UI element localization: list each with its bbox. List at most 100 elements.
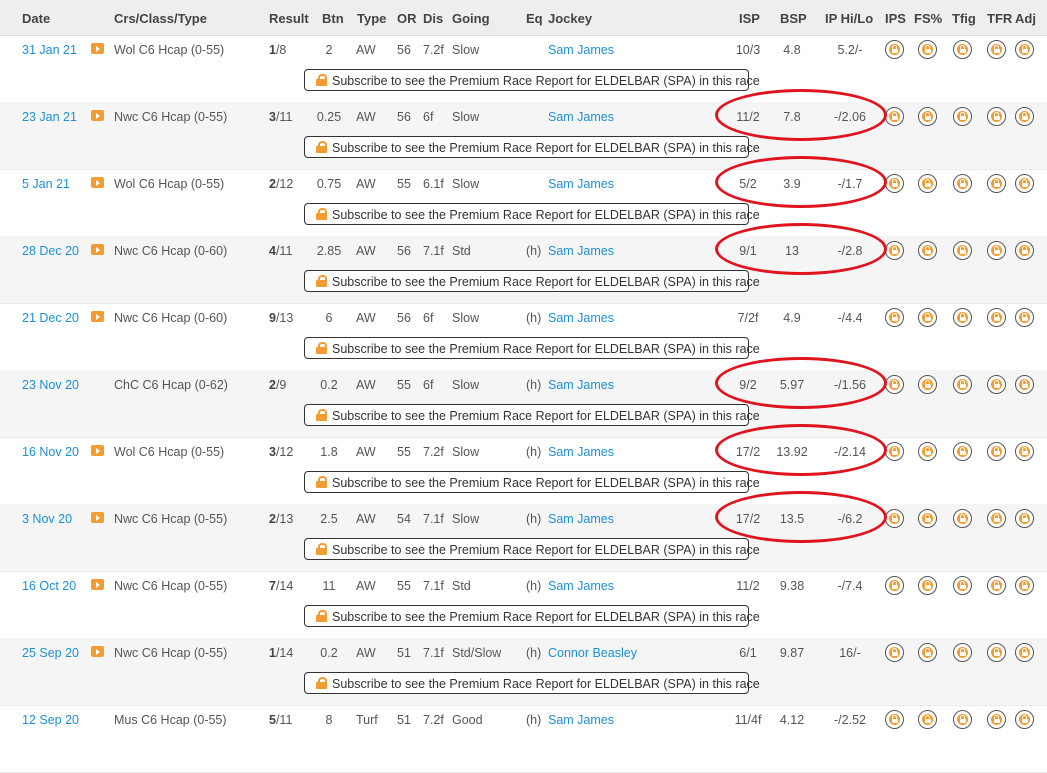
col-bsp[interactable]: BSP <box>780 11 807 26</box>
tfig-lock-icon[interactable] <box>953 107 972 126</box>
tfig-lock-icon[interactable] <box>953 375 972 394</box>
adj-lock-icon[interactable] <box>1015 710 1034 729</box>
race-date-link[interactable]: 31 Jan 21 <box>22 43 77 57</box>
ips-lock-icon[interactable] <box>885 710 904 729</box>
col-ips[interactable]: IPS <box>885 11 906 26</box>
fs-lock-icon[interactable] <box>918 107 937 126</box>
col-adj[interactable]: Adj <box>1015 11 1036 26</box>
race-date-link[interactable]: 5 Jan 21 <box>22 177 70 191</box>
tfig-lock-icon[interactable] <box>953 643 972 662</box>
adj-lock-icon[interactable] <box>1015 643 1034 662</box>
jockey-link[interactable]: Sam James <box>548 512 614 526</box>
race-date-link[interactable]: 21 Dec 20 <box>22 311 79 325</box>
race-date-link[interactable]: 23 Jan 21 <box>22 110 77 124</box>
ips-lock-icon[interactable] <box>885 308 904 327</box>
adj-lock-icon[interactable] <box>1015 107 1034 126</box>
adj-lock-icon[interactable] <box>1015 40 1034 59</box>
subscribe-premium-report-button[interactable]: Subscribe to see the Premium Race Report… <box>304 471 760 493</box>
ips-lock-icon[interactable] <box>885 442 904 461</box>
col-btn[interactable]: Btn <box>322 11 344 26</box>
video-play-icon[interactable] <box>91 110 104 121</box>
tfr-lock-icon[interactable] <box>987 375 1006 394</box>
race-date-link[interactable]: 16 Oct 20 <box>22 579 76 593</box>
subscribe-premium-report-button[interactable]: Subscribe to see the Premium Race Report… <box>304 538 760 560</box>
jockey-link[interactable]: Sam James <box>548 579 614 593</box>
fs-lock-icon[interactable] <box>918 442 937 461</box>
tfr-lock-icon[interactable] <box>987 509 1006 528</box>
col-crs-class-type[interactable]: Crs/Class/Type <box>114 11 207 26</box>
fs-lock-icon[interactable] <box>918 308 937 327</box>
jockey-link[interactable]: Sam James <box>548 177 614 191</box>
adj-lock-icon[interactable] <box>1015 509 1034 528</box>
video-play-icon[interactable] <box>91 177 104 188</box>
tfig-lock-icon[interactable] <box>953 509 972 528</box>
ips-lock-icon[interactable] <box>885 509 904 528</box>
jockey-link[interactable]: Sam James <box>548 311 614 325</box>
subscribe-premium-report-button[interactable]: Subscribe to see the Premium Race Report… <box>304 270 760 292</box>
ips-lock-icon[interactable] <box>885 174 904 193</box>
race-date-link[interactable]: 12 Sep 20 <box>22 713 79 727</box>
race-date-link[interactable]: 25 Sep 20 <box>22 646 79 660</box>
tfig-lock-icon[interactable] <box>953 40 972 59</box>
tfig-lock-icon[interactable] <box>953 576 972 595</box>
fs-lock-icon[interactable] <box>918 40 937 59</box>
col-going[interactable]: Going <box>452 11 490 26</box>
adj-lock-icon[interactable] <box>1015 308 1034 327</box>
video-play-icon[interactable] <box>91 244 104 255</box>
ips-lock-icon[interactable] <box>885 375 904 394</box>
subscribe-premium-report-button[interactable]: Subscribe to see the Premium Race Report… <box>304 69 760 91</box>
col-eq[interactable]: Eq <box>526 11 543 26</box>
col-ip-hi-lo[interactable]: IP Hi/Lo <box>825 11 873 26</box>
adj-lock-icon[interactable] <box>1015 576 1034 595</box>
tfig-lock-icon[interactable] <box>953 710 972 729</box>
subscribe-premium-report-button[interactable]: Subscribe to see the Premium Race Report… <box>304 337 760 359</box>
video-play-icon[interactable] <box>91 646 104 657</box>
subscribe-premium-report-button[interactable]: Subscribe to see the Premium Race Report… <box>304 404 760 426</box>
jockey-link[interactable]: Sam James <box>548 110 614 124</box>
tfr-lock-icon[interactable] <box>987 643 1006 662</box>
ips-lock-icon[interactable] <box>885 643 904 662</box>
fs-lock-icon[interactable] <box>918 710 937 729</box>
race-date-link[interactable]: 16 Nov 20 <box>22 445 79 459</box>
subscribe-premium-report-button[interactable]: Subscribe to see the Premium Race Report… <box>304 203 760 225</box>
tfr-lock-icon[interactable] <box>987 174 1006 193</box>
col-or[interactable]: OR <box>397 11 417 26</box>
tfig-lock-icon[interactable] <box>953 442 972 461</box>
fs-lock-icon[interactable] <box>918 643 937 662</box>
jockey-link[interactable]: Sam James <box>548 378 614 392</box>
col-date[interactable]: Date <box>22 11 50 26</box>
ips-lock-icon[interactable] <box>885 241 904 260</box>
race-date-link[interactable]: 28 Dec 20 <box>22 244 79 258</box>
ips-lock-icon[interactable] <box>885 107 904 126</box>
video-play-icon[interactable] <box>91 512 104 523</box>
tfr-lock-icon[interactable] <box>987 308 1006 327</box>
video-play-icon[interactable] <box>91 43 104 54</box>
tfig-lock-icon[interactable] <box>953 308 972 327</box>
col-tfig[interactable]: Tfig <box>952 11 976 26</box>
fs-lock-icon[interactable] <box>918 576 937 595</box>
jockey-link[interactable]: Sam James <box>548 43 614 57</box>
ips-lock-icon[interactable] <box>885 576 904 595</box>
tfr-lock-icon[interactable] <box>987 442 1006 461</box>
tfr-lock-icon[interactable] <box>987 710 1006 729</box>
col-result[interactable]: Result <box>269 11 309 26</box>
subscribe-premium-report-button[interactable]: Subscribe to see the Premium Race Report… <box>304 136 760 158</box>
subscribe-premium-report-button[interactable]: Subscribe to see the Premium Race Report… <box>304 605 760 627</box>
video-play-icon[interactable] <box>91 579 104 590</box>
tfig-lock-icon[interactable] <box>953 241 972 260</box>
race-date-link[interactable]: 23 Nov 20 <box>22 378 79 392</box>
col-tfr[interactable]: TFR <box>987 11 1012 26</box>
video-play-icon[interactable] <box>91 311 104 322</box>
tfr-lock-icon[interactable] <box>987 241 1006 260</box>
adj-lock-icon[interactable] <box>1015 442 1034 461</box>
col-fs[interactable]: FS% <box>914 11 942 26</box>
jockey-link[interactable]: Sam James <box>548 244 614 258</box>
fs-lock-icon[interactable] <box>918 241 937 260</box>
ips-lock-icon[interactable] <box>885 40 904 59</box>
col-type[interactable]: Type <box>357 11 386 26</box>
fs-lock-icon[interactable] <box>918 174 937 193</box>
tfr-lock-icon[interactable] <box>987 40 1006 59</box>
jockey-link[interactable]: Connor Beasley <box>548 646 637 660</box>
col-isp[interactable]: ISP <box>739 11 760 26</box>
tfr-lock-icon[interactable] <box>987 107 1006 126</box>
